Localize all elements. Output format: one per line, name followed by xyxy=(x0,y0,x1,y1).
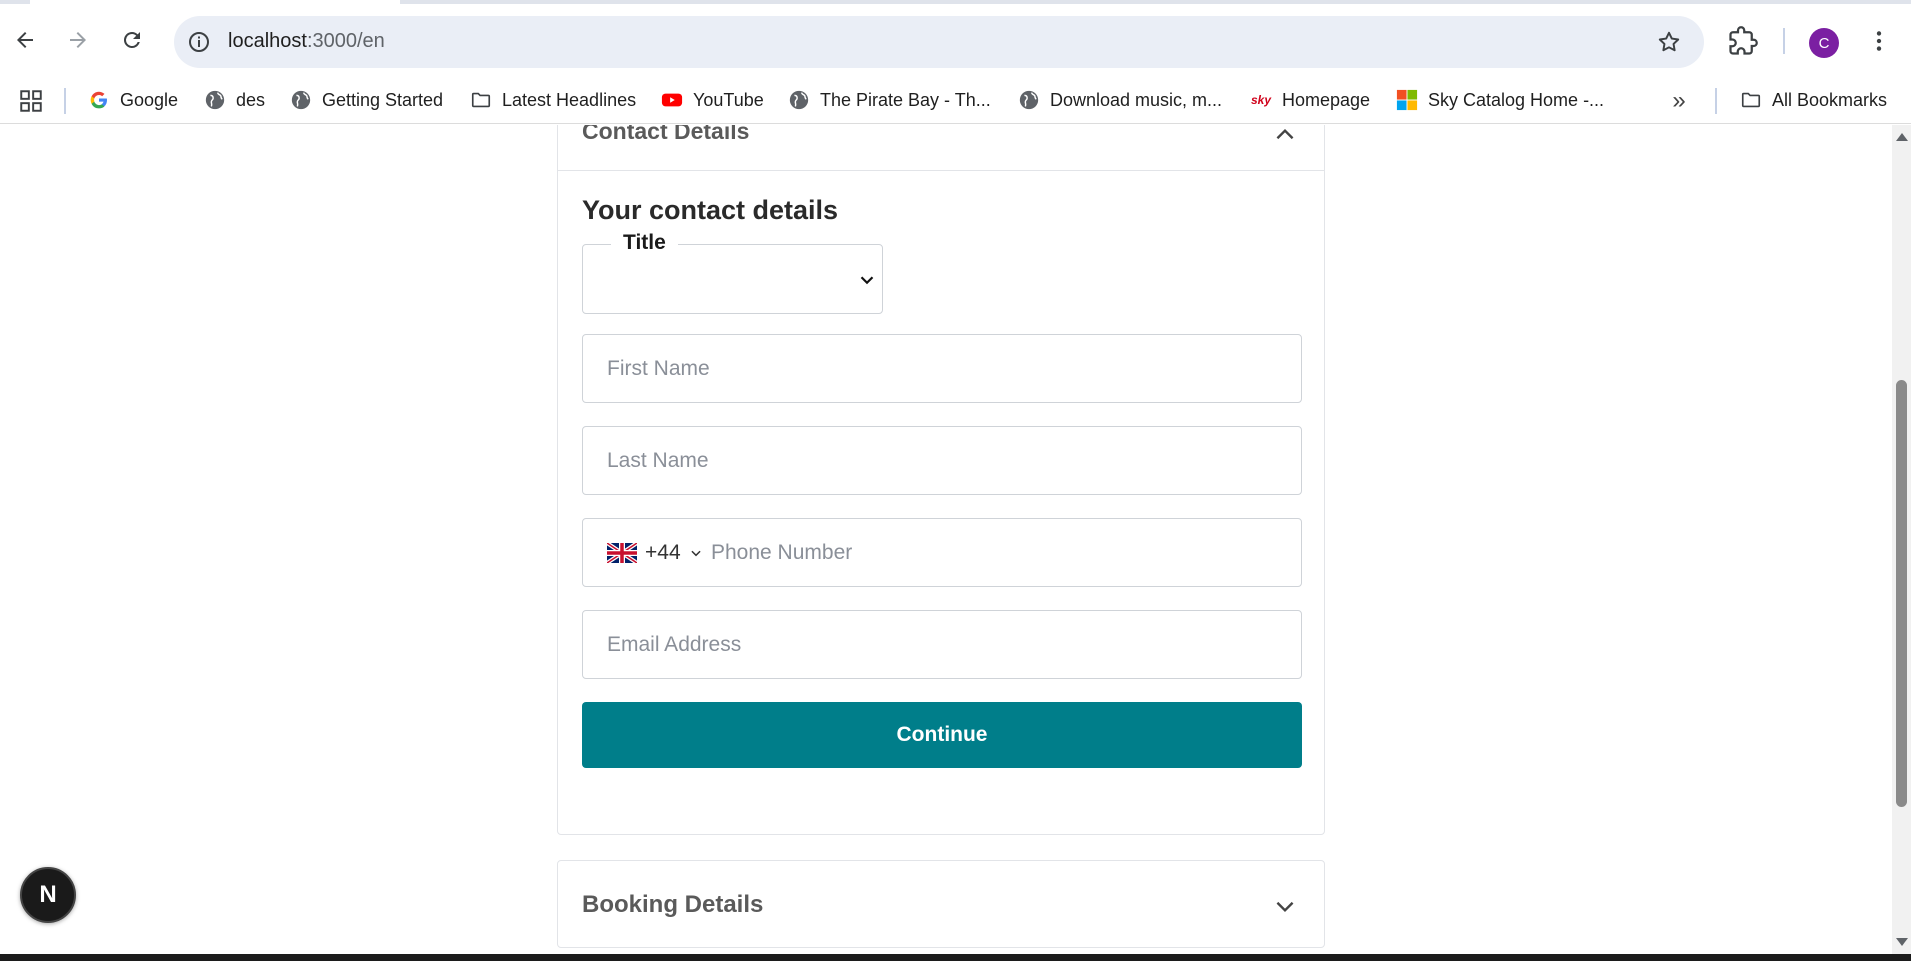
chevron-down-icon[interactable] xyxy=(1272,893,1298,919)
apps-grid-icon[interactable] xyxy=(18,88,44,114)
contact-details-card: Contact Details Your contact details Tit… xyxy=(557,125,1325,835)
reload-icon xyxy=(124,31,140,48)
extensions-icon[interactable] xyxy=(1728,26,1758,56)
address-bar[interactable]: localhost:3000/en xyxy=(174,16,1704,68)
profile-avatar[interactable]: C xyxy=(1809,28,1839,58)
chevron-down-icon xyxy=(691,550,701,557)
bookmarks-divider xyxy=(64,88,66,114)
chevron-down-icon xyxy=(860,276,874,285)
taskbar-edge xyxy=(0,954,1911,961)
forward-button[interactable] xyxy=(58,20,98,60)
phone-field[interactable]: +44 Phone Number xyxy=(582,518,1302,587)
bookmark-youtube[interactable]: YouTube xyxy=(661,76,764,124)
nextjs-dev-badge[interactable]: N xyxy=(20,867,76,923)
contact-details-heading: Contact Details xyxy=(582,125,750,144)
last-name-placeholder: Last Name xyxy=(607,449,709,472)
globe-icon xyxy=(204,89,226,111)
email-placeholder: Email Address xyxy=(607,633,742,656)
contact-details-header[interactable]: Contact Details xyxy=(558,125,1324,171)
youtube-icon xyxy=(661,89,683,111)
booking-details-card[interactable]: Booking Details xyxy=(557,860,1325,948)
page-scrollbar[interactable] xyxy=(1892,125,1911,954)
continue-button[interactable]: Continue xyxy=(582,702,1302,768)
all-bookmarks[interactable]: All Bookmarks xyxy=(1740,76,1887,124)
bookmark-star-icon[interactable] xyxy=(1656,29,1682,55)
scroll-down-arrow-icon[interactable] xyxy=(1896,938,1908,946)
bookmark-getting-started[interactable]: Getting Started xyxy=(290,76,443,124)
kebab-menu-icon[interactable] xyxy=(1866,26,1892,56)
title-select-label: Title xyxy=(611,231,678,255)
reload-button[interactable] xyxy=(112,20,152,60)
country-code-selector[interactable]: +44 xyxy=(607,539,703,567)
globe-icon xyxy=(1018,89,1040,111)
back-arrow-icon xyxy=(17,32,33,48)
uk-flag-icon xyxy=(607,543,637,563)
email-field[interactable]: Email Address xyxy=(582,610,1302,679)
bookmark-download-music[interactable]: Download music, m... xyxy=(1018,76,1222,124)
bookmarks-bar: Google des Getting Started Latest Headli… xyxy=(0,76,1911,124)
bookmarks-divider-right xyxy=(1715,88,1717,114)
folder-icon xyxy=(470,89,492,111)
browser-toolbar: localhost:3000/en C xyxy=(0,4,1911,76)
title-select[interactable]: Title xyxy=(582,231,883,314)
bookmark-sky-catalog[interactable]: Sky Catalog Home -... xyxy=(1396,76,1604,124)
scroll-up-arrow-icon[interactable] xyxy=(1896,133,1908,141)
bookmark-google[interactable]: Google xyxy=(88,76,178,124)
scrollbar-thumb[interactable] xyxy=(1896,380,1907,807)
first-name-field[interactable]: First Name xyxy=(582,334,1302,403)
last-name-field[interactable]: Last Name xyxy=(582,426,1302,495)
forward-arrow-icon xyxy=(70,32,86,48)
google-icon xyxy=(88,89,110,111)
folder-icon xyxy=(1740,89,1762,111)
bookmark-des[interactable]: des xyxy=(204,76,265,124)
more-bookmarks-icon[interactable]: » xyxy=(1666,87,1692,114)
toolbar-divider xyxy=(1783,28,1785,54)
sky-icon: sky xyxy=(1250,93,1272,107)
globe-icon xyxy=(788,89,810,111)
chevron-up-icon[interactable] xyxy=(1272,125,1298,148)
bookmark-homepage[interactable]: sky Homepage xyxy=(1250,76,1370,124)
site-info-icon[interactable] xyxy=(186,29,212,55)
back-button[interactable] xyxy=(5,20,45,60)
booking-details-heading: Booking Details xyxy=(582,891,764,918)
first-name-placeholder: First Name xyxy=(607,357,710,380)
section-title: Your contact details xyxy=(582,195,839,225)
bookmark-pirate-bay[interactable]: The Pirate Bay - Th... xyxy=(788,76,991,124)
phone-placeholder: Phone Number xyxy=(711,541,853,564)
dial-code: +44 xyxy=(645,541,681,564)
bookmark-latest-headlines[interactable]: Latest Headlines xyxy=(470,76,636,124)
globe-icon xyxy=(290,89,312,111)
url-text[interactable]: localhost:3000/en xyxy=(228,30,385,53)
microsoft-icon xyxy=(1396,89,1418,111)
page-viewport: Contact Details Your contact details Tit… xyxy=(0,125,1892,954)
